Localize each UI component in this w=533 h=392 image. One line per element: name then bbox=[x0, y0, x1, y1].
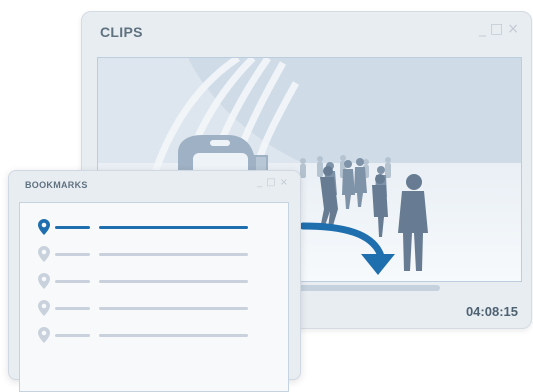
bookmark-line-short bbox=[55, 334, 90, 337]
bookmark-item[interactable] bbox=[38, 273, 274, 291]
bookmarks-window-controls: _ □ × bbox=[257, 178, 288, 188]
bookmark-line-long bbox=[99, 226, 248, 229]
map-pin-icon bbox=[38, 246, 50, 262]
bookmark-line-short bbox=[55, 280, 90, 283]
maximize-icon[interactable]: □ bbox=[490, 22, 503, 36]
maximize-icon[interactable]: □ bbox=[266, 178, 275, 188]
bookmark-line-short bbox=[55, 226, 90, 229]
bookmark-item[interactable] bbox=[38, 219, 274, 237]
map-pin-icon bbox=[38, 300, 50, 316]
bookmark-line-long bbox=[99, 334, 248, 337]
bookmark-item[interactable] bbox=[38, 246, 274, 264]
bookmark-list bbox=[19, 202, 289, 392]
clips-window-controls: _ □ × bbox=[479, 22, 519, 36]
clips-window-title: CLIPS bbox=[100, 24, 143, 40]
timecode: 04:08:15 bbox=[465, 304, 518, 319]
bookmark-line-long bbox=[99, 253, 248, 256]
close-icon[interactable]: × bbox=[280, 178, 288, 188]
map-pin-icon bbox=[38, 327, 50, 343]
bookmark-line-long bbox=[99, 307, 248, 310]
bookmark-item[interactable] bbox=[38, 327, 274, 345]
bookmark-line-short bbox=[55, 307, 90, 310]
minimize-icon[interactable]: _ bbox=[479, 22, 486, 36]
map-pin-icon bbox=[38, 219, 50, 235]
minimize-icon[interactable]: _ bbox=[257, 178, 262, 188]
map-pin-icon bbox=[38, 273, 50, 289]
close-icon[interactable]: × bbox=[507, 22, 519, 36]
bookmark-line-short bbox=[55, 253, 90, 256]
bookmark-line-long bbox=[99, 280, 248, 283]
bookmark-item[interactable] bbox=[38, 300, 274, 318]
bookmarks-window-title: BOOKMARKS bbox=[25, 180, 88, 190]
bookmarks-window: BOOKMARKS _ □ × bbox=[8, 170, 301, 392]
